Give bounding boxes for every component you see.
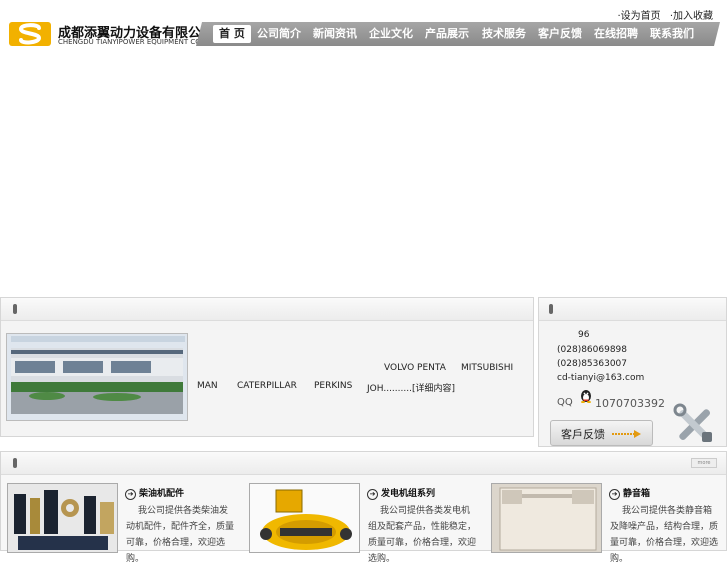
arrow-right-icon bbox=[612, 430, 641, 438]
qq-penguin-icon[interactable] bbox=[579, 389, 593, 403]
top-links: ·设为首页 ·加入收藏 bbox=[611, 7, 713, 22]
contact-panel-header bbox=[539, 298, 726, 321]
product-title-text: 发电机组系列 bbox=[381, 489, 436, 499]
brand-caterpillar: CATERPILLAR bbox=[237, 381, 297, 391]
set-homepage-link[interactable]: ·设为首页 bbox=[617, 11, 660, 22]
generator-icon bbox=[250, 484, 359, 552]
contact-phone-2: (028)85363007 bbox=[557, 359, 628, 369]
qq-number[interactable]: 1070703392 bbox=[595, 397, 665, 410]
panel-marker-icon bbox=[549, 304, 553, 314]
product-desc-generator: 我公司提供各类发电机组及配套产品，性能稳定，质量可靠，价格合理，欢迎选购。 bbox=[368, 506, 477, 564]
panel-marker-icon bbox=[13, 458, 17, 468]
brand-mitsubishi: MITSUBISHI bbox=[461, 363, 514, 373]
nav-culture[interactable]: 企业文化 bbox=[369, 22, 413, 46]
brand-man: MAN bbox=[197, 381, 218, 391]
nav-service[interactable]: 技术服务 bbox=[482, 22, 526, 46]
product-title-silent-box[interactable]: ➔ 静音箱 bbox=[609, 486, 650, 500]
factory-image-icon bbox=[7, 334, 187, 420]
nav-feedback[interactable]: 客户反馈 bbox=[538, 22, 582, 46]
circle-arrow-icon: ➔ bbox=[125, 489, 136, 500]
add-favorite-link[interactable]: ·加入收藏 bbox=[670, 11, 713, 22]
product-thumb-parts[interactable] bbox=[7, 483, 118, 553]
nav-jobs[interactable]: 在线招聘 bbox=[594, 22, 638, 46]
product-title-text: 柴油机配件 bbox=[139, 489, 185, 499]
product-desc-parts: 我公司提供各类柴油发动机配件，配件齐全，质量可靠，价格合理，欢迎选购。 bbox=[126, 506, 235, 564]
product-thumb-silent-box[interactable] bbox=[491, 483, 602, 553]
silent-box-icon bbox=[492, 484, 601, 552]
factory-photo[interactable] bbox=[6, 333, 188, 421]
nav-home[interactable]: 首 页 bbox=[213, 25, 251, 43]
intro-panel-header bbox=[1, 298, 533, 321]
circle-arrow-icon: ➔ bbox=[367, 489, 378, 500]
customer-feedback-button[interactable]: 客戶反馈 bbox=[550, 420, 653, 446]
tools-icon bbox=[672, 402, 718, 448]
more-link[interactable]: more bbox=[691, 458, 717, 468]
product-desc-silent-box: 我公司提供各类静音箱及降噪产品，结构合理，质量可靠，价格合理，欢迎选购。 bbox=[610, 506, 719, 564]
contact-line: 96 bbox=[578, 330, 590, 340]
brand-more-link[interactable]: JOH..........[详细内容] bbox=[367, 381, 455, 394]
panel-marker-icon bbox=[13, 304, 17, 314]
nav-news[interactable]: 新闻资讯 bbox=[313, 22, 357, 46]
company-name-en: CHENGDU TIANYIPOWER EQUIPMENT CO.LTD bbox=[58, 38, 216, 46]
engine-parts-icon bbox=[8, 484, 117, 552]
circle-arrow-icon: ➔ bbox=[609, 489, 620, 500]
product-title-generator[interactable]: ➔ 发电机组系列 bbox=[367, 486, 435, 500]
contact-email[interactable]: cd-tianyi@163.com bbox=[557, 373, 644, 383]
products-panel-header bbox=[1, 452, 726, 475]
product-title-parts[interactable]: ➔ 柴油机配件 bbox=[125, 486, 184, 500]
product-thumb-generator[interactable] bbox=[249, 483, 360, 553]
brand-perkins: PERKINS bbox=[314, 381, 353, 391]
nav-products[interactable]: 产品展示 bbox=[425, 22, 469, 46]
nav-contact[interactable]: 联系我们 bbox=[650, 22, 694, 46]
feedback-button-label: 客戶反馈 bbox=[561, 428, 605, 441]
qq-label: QQ bbox=[557, 397, 573, 408]
product-title-text: 静音箱 bbox=[623, 489, 651, 499]
company-logo[interactable] bbox=[9, 22, 51, 46]
nav-about[interactable]: 公司简介 bbox=[257, 22, 301, 46]
brand-volvo: VOLVO PENTA bbox=[384, 363, 446, 373]
contact-phone-1: (028)86069898 bbox=[557, 345, 628, 355]
